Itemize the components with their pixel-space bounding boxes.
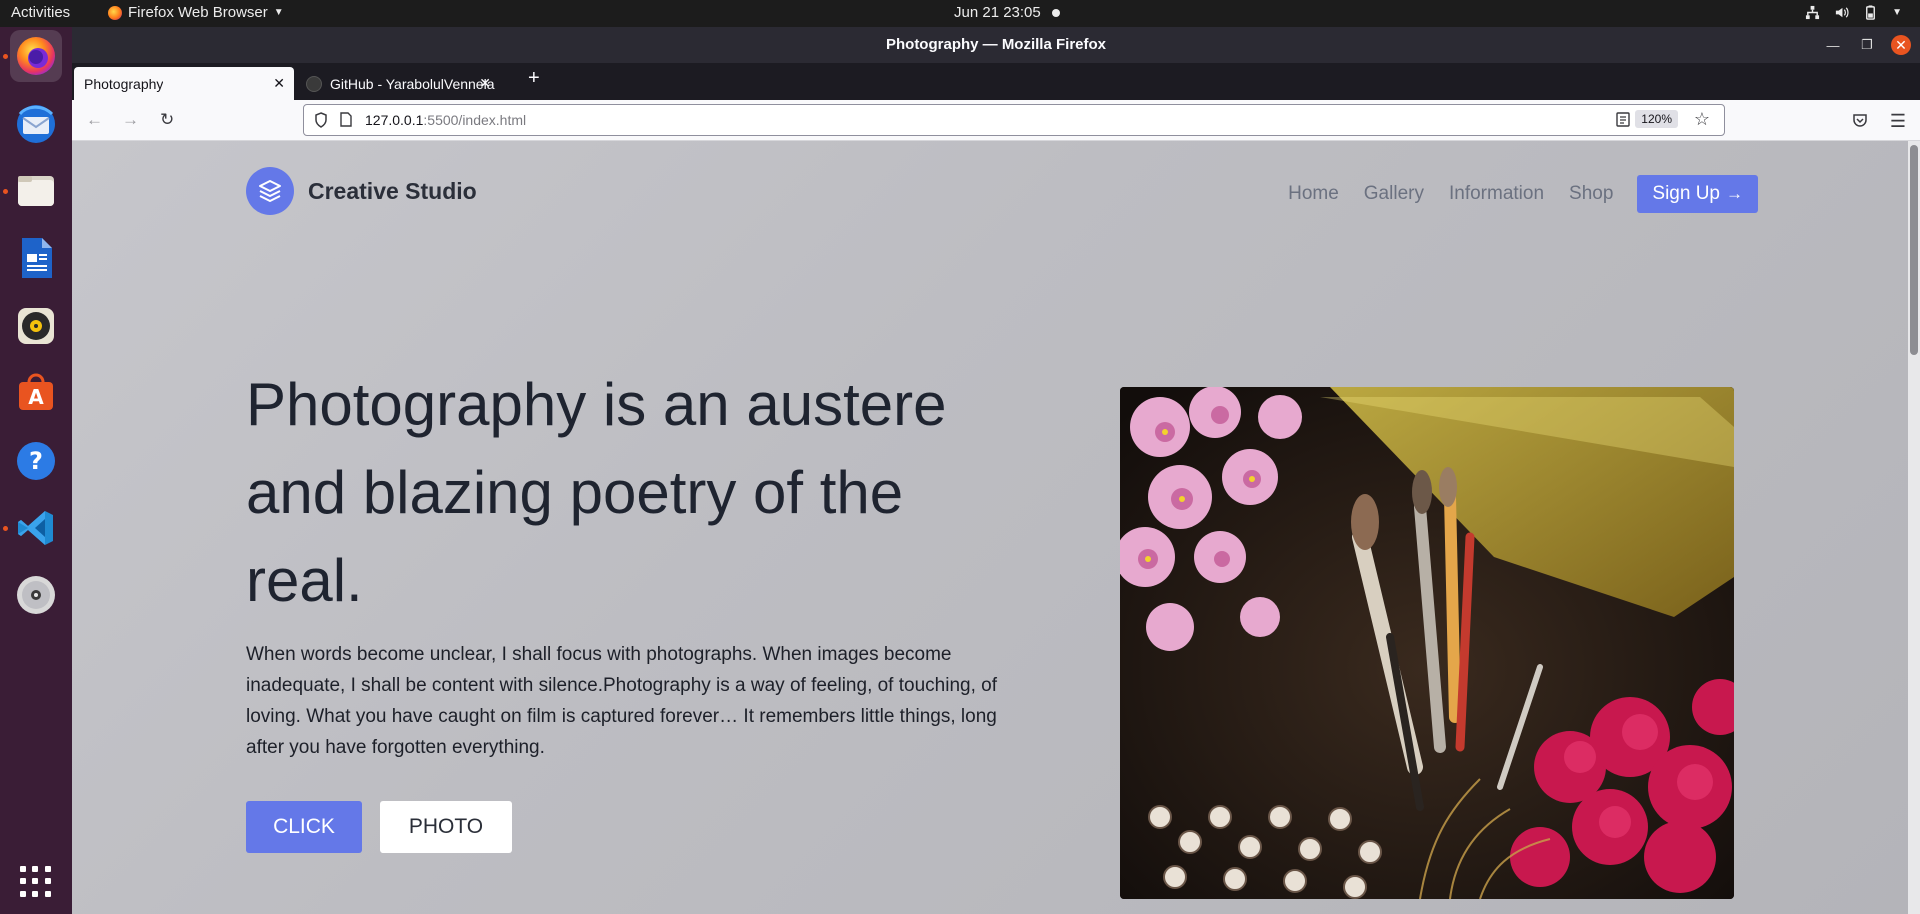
site-nav: Home Gallery Information Shop Sign Up → [1263, 175, 1758, 213]
help-icon: ? [17, 442, 55, 480]
url-text[interactable]: 127.0.0.1:5500/index.html [365, 112, 526, 128]
github-icon [306, 75, 322, 92]
close-tab-icon[interactable]: ✕ [479, 75, 491, 92]
rhythmbox-icon [18, 308, 54, 344]
brand[interactable]: Creative Studio [246, 167, 477, 215]
notification-dot [1052, 9, 1060, 17]
nav-toolbar: ← → ↻ 127.0.0.1:5500/index.html 120% ☆ ☰ [72, 100, 1920, 141]
photo-button[interactable]: PHOTO [380, 801, 512, 853]
url-host: 127.0.0.1 [365, 112, 424, 128]
show-apps-icon[interactable] [20, 866, 52, 898]
page-icon[interactable] [340, 112, 352, 127]
tab-github[interactable]: GitHub - YarabolulVennela ✕ [294, 67, 500, 100]
nav-home[interactable]: Home [1288, 183, 1339, 205]
dock-firefox[interactable] [10, 30, 62, 82]
software-icon: A [19, 373, 53, 410]
scrollbar-thumb[interactable] [1910, 145, 1918, 355]
reload-icon[interactable]: ↻ [160, 110, 174, 130]
layers-icon [246, 167, 294, 215]
dock-writer[interactable] [10, 232, 62, 284]
running-indicator [3, 526, 8, 531]
files-icon [18, 176, 54, 206]
running-indicator [3, 54, 8, 59]
web-page: Creative Studio Home Gallery Information… [72, 141, 1920, 914]
sign-up-button[interactable]: Sign Up → [1637, 175, 1758, 213]
close-tab-icon[interactable]: ✕ [273, 75, 285, 92]
shield-icon[interactable] [314, 112, 328, 128]
window-title: Photography — Mozilla Firefox [885, 36, 1106, 53]
firefox-small-icon [108, 5, 122, 20]
tab-photography[interactable]: Photography ✕ [74, 67, 294, 100]
url-bar[interactable]: 127.0.0.1:5500/index.html 120% ☆ [303, 104, 1725, 136]
hero-image [1120, 387, 1734, 899]
zoom-indicator[interactable]: 120% [1635, 110, 1678, 128]
tab-strip: Photography ✕ GitHub - YarabolulVennela … [72, 63, 1920, 100]
nav-information[interactable]: Information [1449, 183, 1544, 205]
window-titlebar[interactable]: Photography — Mozilla Firefox — ❐ ✕ [72, 27, 1920, 63]
dock-dvd[interactable] [10, 569, 62, 621]
dock-files[interactable] [10, 165, 62, 217]
minimize-icon[interactable]: — [1823, 35, 1843, 55]
running-indicator [3, 189, 8, 194]
app-menu[interactable]: Firefox Web Browser ▼ [108, 4, 284, 21]
system-top-bar: Activities Firefox Web Browser ▼ Jun 21 … [0, 0, 1920, 27]
app-menu-label: Firefox Web Browser [128, 4, 268, 21]
chevron-down-icon: ▼ [273, 7, 284, 18]
close-window-icon[interactable]: ✕ [1891, 35, 1911, 55]
dock-thunderbird[interactable] [10, 98, 62, 150]
nav-shop[interactable]: Shop [1569, 183, 1613, 205]
battery-icon [1866, 5, 1876, 20]
writer-icon [22, 238, 52, 278]
dock-rhythmbox[interactable] [10, 300, 62, 352]
dock-software[interactable]: A [10, 367, 62, 419]
tab-label: Photography [84, 75, 164, 92]
system-tray[interactable]: ▼ [1805, 5, 1902, 20]
reader-view-icon[interactable] [1616, 112, 1630, 127]
svg-text:?: ? [29, 447, 43, 475]
svg-text:A: A [28, 385, 44, 409]
thunderbird-icon [17, 105, 55, 143]
flowers-brushes-photo [1120, 387, 1734, 899]
volume-icon [1835, 7, 1849, 18]
hero-title: Photography is an austere and blazing po… [246, 371, 947, 614]
vscode-icon [18, 511, 53, 545]
system-menu-chevron-icon: ▼ [1892, 7, 1902, 18]
bookmark-star-icon[interactable]: ☆ [1694, 109, 1710, 130]
dvd-icon [17, 576, 55, 614]
forward-arrow-icon[interactable]: → [122, 110, 139, 130]
firefox-icon [17, 37, 55, 75]
pocket-icon[interactable] [1852, 112, 1868, 128]
page-scrollbar[interactable] [1908, 141, 1920, 914]
clock[interactable]: Jun 21 23:05 [954, 4, 1041, 21]
hamburger-menu-icon[interactable]: ☰ [1890, 111, 1906, 132]
dock-help[interactable]: ? [10, 435, 62, 487]
activities-button[interactable]: Activities [11, 4, 70, 21]
click-button[interactable]: CLICK [246, 801, 362, 853]
dock: A ? [0, 27, 72, 914]
hero-text: When words become unclear, I shall focus… [246, 644, 997, 758]
sign-up-label: Sign Up [1652, 183, 1720, 204]
brand-name: Creative Studio [308, 177, 477, 204]
tab-label: GitHub - YarabolulVennela [330, 75, 495, 92]
dock-vscode[interactable] [10, 502, 62, 554]
maximize-icon[interactable]: ❐ [1857, 35, 1877, 55]
network-icon [1806, 5, 1820, 20]
nav-gallery[interactable]: Gallery [1364, 183, 1424, 205]
url-path: :5500/index.html [423, 112, 527, 128]
back-arrow-icon[interactable]: ← [86, 110, 103, 130]
new-tab-icon[interactable]: + [528, 67, 540, 90]
arrow-right-icon: → [1726, 184, 1743, 203]
firefox-window: Photography — Mozilla Firefox — ❐ ✕ Phot… [72, 27, 1920, 914]
